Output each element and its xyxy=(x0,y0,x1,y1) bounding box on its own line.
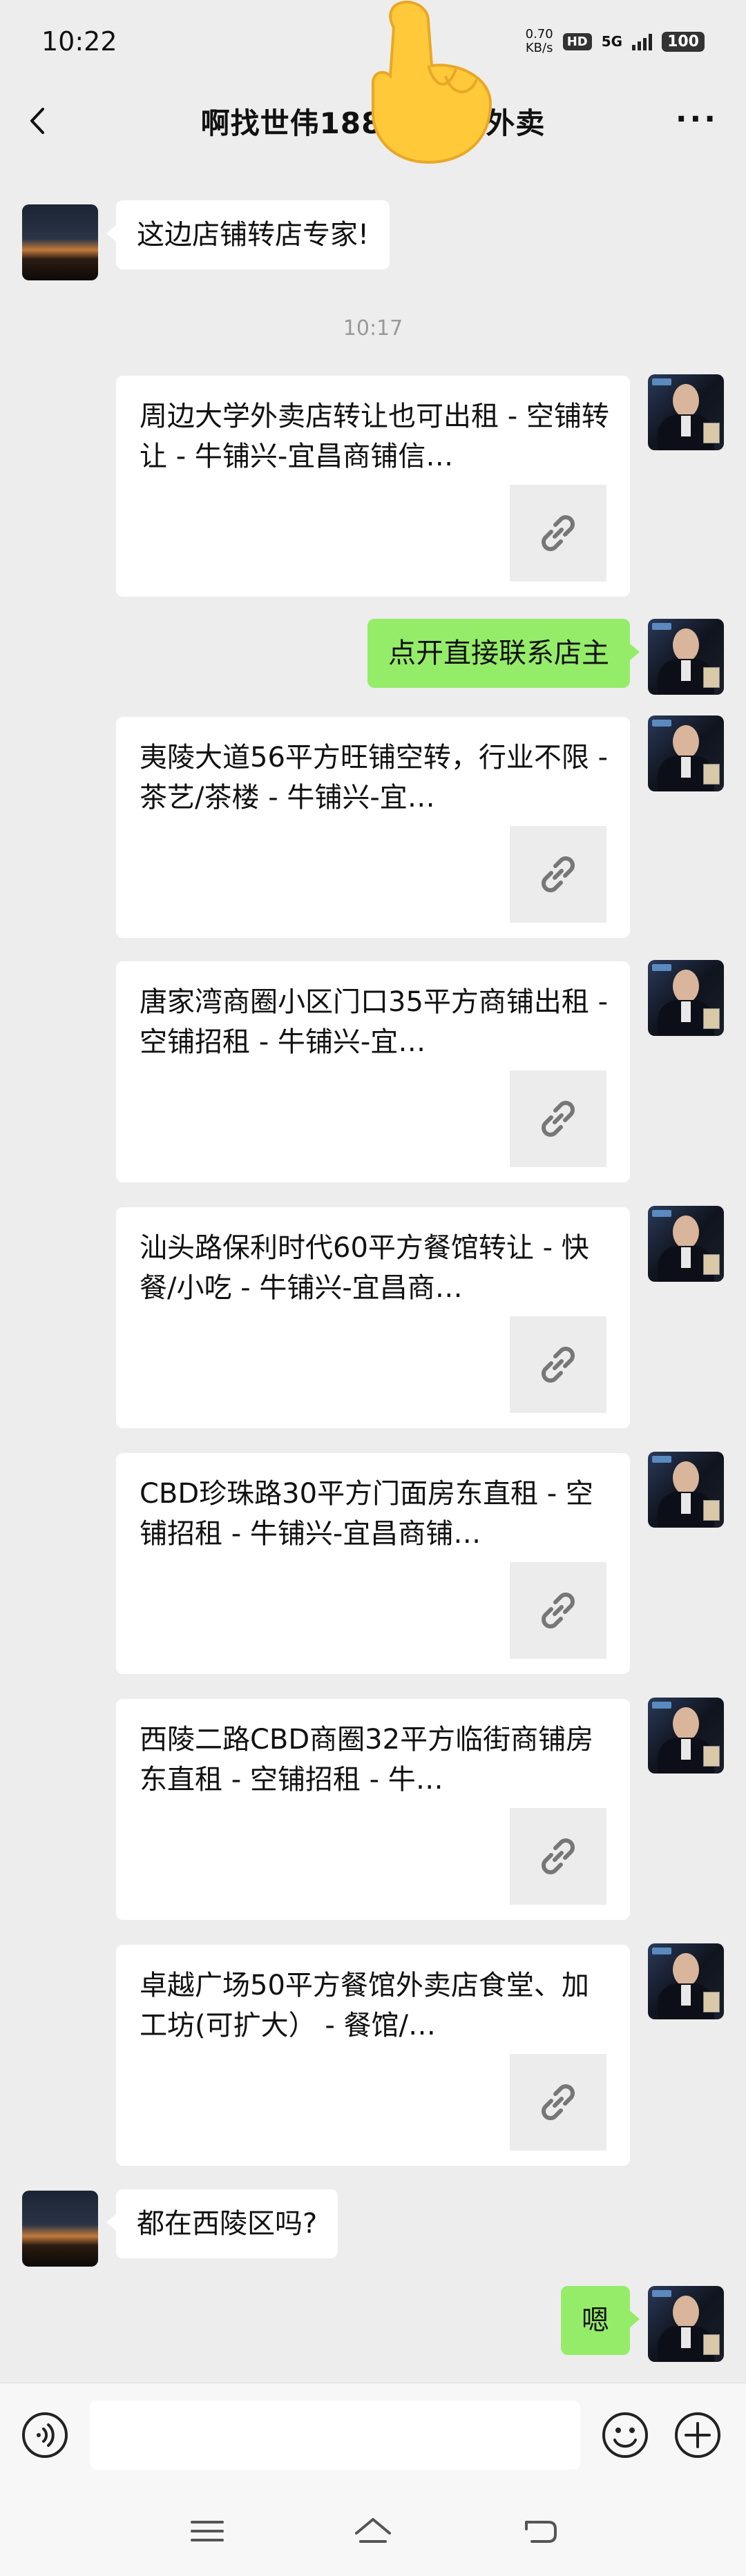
avatar-self[interactable] xyxy=(648,1452,724,1528)
link-card[interactable]: 夷陵大道56平方旺铺空转，行业不限 - 茶艺/茶楼 - 牛铺兴-宜… xyxy=(116,717,630,938)
link-card-title: 汕头路保利时代60平方餐馆转让 - 快餐/小吃 - 牛铺兴-宜昌商… xyxy=(140,1232,589,1304)
link-card-title: 卓越广场50平方餐馆外卖店食堂、加工坊(可扩大） - 餐馆/… xyxy=(140,1970,589,2041)
menu-icon[interactable] xyxy=(186,2514,228,2548)
link-card[interactable]: 唐家湾商圈小区门口35平方商铺出租 - 空铺招租 - 牛铺兴-宜… xyxy=(116,961,630,1182)
avatar-contact[interactable] xyxy=(22,2191,98,2267)
avatar-self[interactable] xyxy=(648,619,724,695)
message-text: 嗯 xyxy=(582,2305,609,2336)
avatar-self[interactable] xyxy=(648,374,724,450)
voice-input-icon[interactable] xyxy=(21,2411,69,2459)
link-card-title: 周边大学外卖店转让也可出租 - 空铺转让 - 牛铺兴-宜昌商铺信… xyxy=(140,401,609,472)
link-card[interactable]: 卓越广场50平方餐馆外卖店食堂、加工坊(可扩大） - 餐馆/… xyxy=(116,1945,630,2166)
system-nav-bar xyxy=(0,2486,746,2576)
link-icon xyxy=(510,1070,606,1167)
home-icon[interactable] xyxy=(352,2514,394,2548)
avatar-self[interactable] xyxy=(648,960,724,1036)
plus-icon[interactable] xyxy=(673,2411,722,2459)
avatar-self[interactable] xyxy=(648,1698,724,1774)
message-text: 都在西陵区吗? xyxy=(137,2208,318,2240)
hand-emoji-sticker xyxy=(372,0,492,164)
message-text: 这边店铺转店专家! xyxy=(137,219,370,251)
more-options-icon[interactable]: ··· xyxy=(676,104,718,135)
message-input[interactable] xyxy=(90,2401,580,2470)
message-text: 点开直接联系店主 xyxy=(388,637,609,669)
link-card[interactable]: 西陵二路CBD商圈32平方临街商铺房东直租 - 空铺招租 - 牛… xyxy=(116,1699,630,1920)
message-bubble-sent[interactable]: 嗯 xyxy=(561,2286,640,2355)
status-icons: 0.70 KB/s HD 5G 100 xyxy=(526,28,705,55)
back-icon[interactable] xyxy=(518,2514,560,2548)
message-bubble[interactable]: 这边店铺转店专家! xyxy=(106,200,390,269)
network-speed: 0.70 KB/s xyxy=(525,27,553,55)
avatar-contact[interactable] xyxy=(22,204,98,280)
message-bubble[interactable]: 都在西陵区吗? xyxy=(106,2189,338,2258)
avatar-self[interactable] xyxy=(648,1206,724,1282)
link-icon xyxy=(510,2054,606,2151)
back-arrow-icon[interactable] xyxy=(21,104,55,138)
avatar-self[interactable] xyxy=(648,715,724,791)
emoji-icon[interactable] xyxy=(601,2411,649,2459)
battery-icon: 100 xyxy=(662,31,705,52)
link-icon xyxy=(510,826,606,923)
link-icon xyxy=(510,1808,606,1905)
link-icon xyxy=(510,1562,606,1659)
avatar-self[interactable] xyxy=(648,1943,724,2019)
message-bubble-sent[interactable]: 点开直接联系店主 xyxy=(367,619,640,688)
link-icon xyxy=(510,485,606,581)
link-icon xyxy=(510,1316,606,1413)
hd-icon: HD xyxy=(562,32,592,50)
chat-area[interactable]: 这边店铺转店专家! 10:17 周边大学外卖店转让也可出租 - 空铺转让 - 牛… xyxy=(0,159,746,2383)
link-card-title: 夷陵大道56平方旺铺空转，行业不限 - 茶艺/茶楼 - 牛铺兴-宜… xyxy=(140,742,609,814)
signal-icon xyxy=(632,32,653,50)
network-type: 5G xyxy=(601,33,623,50)
status-time: 10:22 xyxy=(41,26,117,57)
link-card[interactable]: 周边大学外卖店转让也可出租 - 空铺转让 - 牛铺兴-宜昌商铺信… xyxy=(116,376,630,597)
link-card[interactable]: 汕头路保利时代60平方餐馆转让 - 快餐/小吃 - 牛铺兴-宜昌商… xyxy=(116,1207,630,1428)
avatar-self[interactable] xyxy=(648,2286,724,2362)
link-card-title: 唐家湾商圈小区门口35平方商铺出租 - 空铺招租 - 牛铺兴-宜… xyxy=(140,986,609,1058)
link-card-title: CBD珍珠路30平方门面房东直租 - 空铺招租 - 牛铺兴-宜昌商铺… xyxy=(140,1478,593,1550)
timestamp: 10:17 xyxy=(343,316,403,340)
link-card[interactable]: CBD珍珠路30平方门面房东直租 - 空铺招租 - 牛铺兴-宜昌商铺… xyxy=(116,1453,630,1674)
link-card-title: 西陵二路CBD商圈32平方临街商铺房东直租 - 空铺招租 - 牛… xyxy=(140,1724,594,1796)
input-bar xyxy=(0,2383,746,2486)
